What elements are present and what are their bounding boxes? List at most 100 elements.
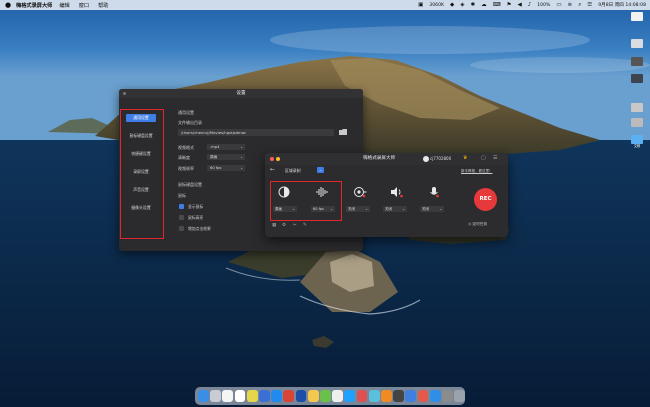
microphone-dropdown[interactable]: 关闭 ⌄ bbox=[420, 206, 444, 212]
menu-window[interactable]: 窗口 bbox=[79, 2, 89, 9]
nav-camera[interactable]: 摄像头设置 bbox=[126, 204, 156, 212]
desktop-folder[interactable]: 文稿 bbox=[628, 135, 646, 149]
search-icon[interactable]: ⌕ bbox=[578, 2, 581, 9]
app-blue3-icon[interactable] bbox=[429, 390, 441, 402]
mouse-label: 鼠标 bbox=[178, 193, 186, 198]
pen-icon[interactable]: ✎ bbox=[303, 223, 307, 228]
office-icon[interactable] bbox=[283, 390, 295, 402]
photoshop-icon[interactable] bbox=[295, 390, 307, 402]
butterfly-icon[interactable] bbox=[307, 390, 319, 402]
nav-shortcuts[interactable]: 快捷键设置 bbox=[126, 150, 156, 158]
record-status-icon[interactable]: ▣ bbox=[418, 2, 423, 8]
mouse-highlight-checkbox[interactable] bbox=[179, 215, 184, 220]
shield-icon[interactable]: ◈ bbox=[460, 2, 464, 8]
show-mouse-checkbox[interactable] bbox=[179, 204, 184, 209]
menu-icon[interactable]: ☰ bbox=[493, 155, 497, 161]
desktop-file-3[interactable] bbox=[628, 57, 646, 67]
output-dir-field[interactable]: /Users/chenruJ/Movies/hgstjsdmac bbox=[178, 129, 334, 136]
net-speed: 3060K bbox=[429, 2, 445, 8]
camera-dropdown[interactable]: 关闭 ⌄ bbox=[346, 206, 370, 212]
minimize-button[interactable] bbox=[276, 157, 280, 161]
menu-app-name[interactable]: 嗨格式录屏大师 bbox=[16, 2, 52, 9]
menu-edit[interactable]: 编辑 bbox=[59, 2, 69, 9]
clarity-label: 清晰度 bbox=[178, 155, 190, 160]
dropbox-icon[interactable]: ◆ bbox=[450, 2, 454, 8]
app-red-icon[interactable] bbox=[356, 390, 368, 402]
message-icon[interactable]: ▢ bbox=[481, 155, 486, 161]
wechat-icon[interactable] bbox=[320, 390, 331, 402]
clarity-select[interactable]: 原画 ⌄ bbox=[207, 154, 245, 160]
desktop-file-4[interactable] bbox=[628, 74, 646, 84]
battery-percent: 100% bbox=[537, 2, 551, 8]
video-format-select[interactable]: .mp4 ⌄ bbox=[207, 144, 245, 150]
app-store-icon[interactable] bbox=[222, 390, 234, 402]
vip-crown-icon[interactable]: ♛ bbox=[463, 155, 467, 161]
trash-icon[interactable] bbox=[454, 390, 465, 402]
bluetooth-icon[interactable]: ✱ bbox=[470, 2, 475, 8]
speaker-icon[interactable] bbox=[390, 186, 404, 198]
nav-general[interactable]: 通用设置 bbox=[126, 114, 156, 122]
volume-icon[interactable]: ◀ bbox=[517, 2, 521, 8]
flag-icon[interactable]: ⚑ bbox=[507, 2, 512, 8]
nav-mouse-keyboard[interactable]: 鼠标键盘设置 bbox=[126, 132, 156, 140]
qq-icon[interactable] bbox=[271, 390, 282, 402]
close-button[interactable] bbox=[123, 92, 126, 95]
nav-recording[interactable]: 录屏设置 bbox=[126, 168, 156, 176]
control-center-icon[interactable]: ☰ bbox=[587, 2, 592, 8]
app-gray-icon[interactable] bbox=[332, 390, 343, 402]
show-mouse-label: 显示鼠标 bbox=[188, 204, 204, 209]
highlight-box bbox=[270, 181, 342, 221]
app-blue2-icon[interactable] bbox=[405, 390, 417, 402]
notes-icon[interactable] bbox=[246, 390, 258, 402]
screenshot-icon[interactable]: ▦ bbox=[272, 223, 276, 228]
desktop-file-1[interactable] bbox=[628, 12, 646, 22]
menu-help[interactable]: 帮助 bbox=[98, 2, 108, 9]
input-method-icon[interactable]: ⌨ bbox=[493, 2, 501, 8]
system-audio-dropdown[interactable]: 关闭 ⌄ bbox=[383, 206, 407, 212]
account-name[interactable]: cj7702800 bbox=[430, 153, 451, 165]
app-cyan-icon[interactable] bbox=[368, 390, 380, 402]
cloud-icon[interactable]: ☁ bbox=[481, 2, 487, 8]
app-orange-icon[interactable] bbox=[381, 390, 392, 402]
desktop-file-2[interactable] bbox=[628, 39, 646, 49]
microphone-icon[interactable] bbox=[428, 186, 440, 198]
chevron-down-icon: ⌄ bbox=[402, 207, 405, 211]
wifi-icon[interactable]: ≋ bbox=[568, 2, 573, 8]
mode-dropdown-button[interactable]: ⌄ bbox=[317, 167, 324, 173]
outlook-icon[interactable] bbox=[259, 390, 270, 402]
back-arrow-icon[interactable]: ← bbox=[270, 166, 275, 173]
finder-icon[interactable] bbox=[198, 390, 209, 402]
click-effect-checkbox[interactable] bbox=[179, 226, 184, 231]
output-dir-label: 文件输出目录 bbox=[178, 120, 202, 125]
app-blue-icon[interactable] bbox=[344, 390, 356, 402]
video-format-label: 视频格式 bbox=[178, 145, 194, 150]
rec-button[interactable]: REC bbox=[474, 188, 497, 211]
mouse-highlight-label: 鼠标高亮 bbox=[188, 215, 204, 220]
avatar[interactable] bbox=[423, 156, 429, 162]
schedule-task[interactable]: ◷ 定时任务 bbox=[468, 222, 487, 227]
camera-icon[interactable] bbox=[353, 186, 367, 198]
desktop-file-5[interactable] bbox=[628, 103, 646, 113]
desktop-file-6[interactable] bbox=[628, 118, 646, 128]
sound-icon[interactable]: ♪ bbox=[528, 2, 532, 8]
menu-bar: ● 嗨格式录屏大师 编辑 窗口 帮助 ▣ 3060K ◆ ◈ ✱ ☁ ⌨ ⚑ ◀… bbox=[0, 0, 650, 10]
folder-icon[interactable] bbox=[339, 129, 347, 135]
apple-menu-icon[interactable]: ● bbox=[0, 0, 16, 10]
battery-icon[interactable]: ▭ bbox=[556, 2, 561, 8]
app-dark-icon[interactable] bbox=[393, 390, 404, 402]
recorder-app-icon[interactable] bbox=[417, 390, 429, 402]
mode-label: 区域录制 bbox=[285, 168, 301, 173]
settings-nav: 通用设置 鼠标键盘设置 快捷键设置 录屏设置 声音设置 摄像头设置 bbox=[120, 109, 164, 239]
settings-titlebar[interactable]: 设置 bbox=[119, 89, 363, 98]
recorder-title: 嗨格式录屏大师 bbox=[363, 156, 396, 161]
app-gray2-icon[interactable] bbox=[442, 390, 453, 402]
nav-sound[interactable]: 声音设置 bbox=[126, 186, 156, 194]
recorder-titlebar[interactable]: 嗨格式录屏大师 cj7702800 ♛ ▢ ☰ bbox=[265, 153, 508, 165]
launchpad-icon[interactable] bbox=[210, 390, 221, 402]
scissors-icon[interactable]: ✂ bbox=[293, 223, 297, 228]
tutorial-link[interactable]: 新手教程，看这里！ bbox=[461, 169, 493, 174]
chrome-icon[interactable] bbox=[234, 390, 246, 402]
frame-rate-select[interactable]: 60 fps ⌄ bbox=[207, 165, 245, 171]
close-button[interactable] bbox=[270, 157, 274, 161]
settings-gear-icon[interactable]: ⚙ bbox=[282, 223, 286, 228]
